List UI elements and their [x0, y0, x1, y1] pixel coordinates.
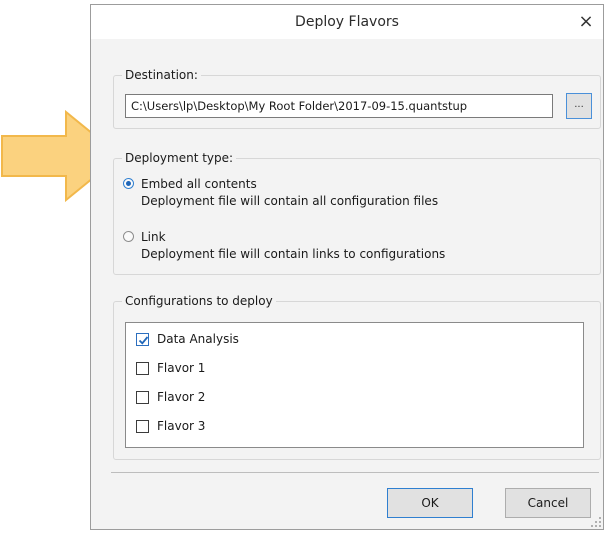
radio-label: Link	[141, 230, 166, 244]
radio-label: Embed all contents	[141, 177, 257, 191]
radio-description: Deployment file will contain all configu…	[141, 194, 439, 208]
destination-group: Destination: C:\Users\lp\Desktop\My Root…	[113, 68, 601, 129]
list-item-label: Flavor 1	[157, 361, 206, 375]
list-item-label: Flavor 3	[157, 419, 206, 433]
checkmark-icon	[138, 336, 149, 345]
ok-button[interactable]: OK	[387, 488, 473, 518]
radio-button[interactable]	[123, 231, 134, 242]
list-item-label: Flavor 2	[157, 390, 206, 404]
configurations-list: Data Analysis Flavor 1 Flavor 2 Flavor 3	[125, 322, 584, 448]
deployment-type-legend: Deployment type:	[122, 151, 237, 165]
destination-path-input[interactable]: C:\Users\lp\Desktop\My Root Folder\2017-…	[125, 94, 553, 118]
list-item-label: Data Analysis	[157, 332, 239, 346]
checkbox[interactable]	[136, 391, 149, 404]
dialog-title: Deploy Flavors	[295, 14, 399, 30]
resize-grip-icon[interactable]	[591, 517, 601, 527]
configurations-legend: Configurations to deploy	[122, 294, 276, 308]
checkbox[interactable]	[136, 362, 149, 375]
radio-button-selected[interactable]	[123, 178, 134, 189]
footer-separator	[111, 472, 599, 473]
deployment-type-group: Deployment type: Embed all contents Depl…	[113, 151, 601, 275]
radio-description: Deployment file will contain links to co…	[141, 247, 446, 261]
configurations-group: Configurations to deploy Data Analysis F…	[113, 294, 601, 460]
close-icon: ×	[578, 11, 594, 32]
destination-legend: Destination:	[122, 68, 201, 82]
close-button[interactable]: ×	[573, 9, 599, 35]
deploy-flavors-dialog: Deploy Flavors × Destination: C:\Users\l…	[90, 4, 604, 530]
title-bar: Deploy Flavors ×	[91, 5, 603, 39]
cancel-button[interactable]: Cancel	[505, 488, 591, 518]
browse-button[interactable]: ...	[566, 93, 592, 119]
checkbox-checked[interactable]	[136, 333, 149, 346]
checkbox[interactable]	[136, 420, 149, 433]
